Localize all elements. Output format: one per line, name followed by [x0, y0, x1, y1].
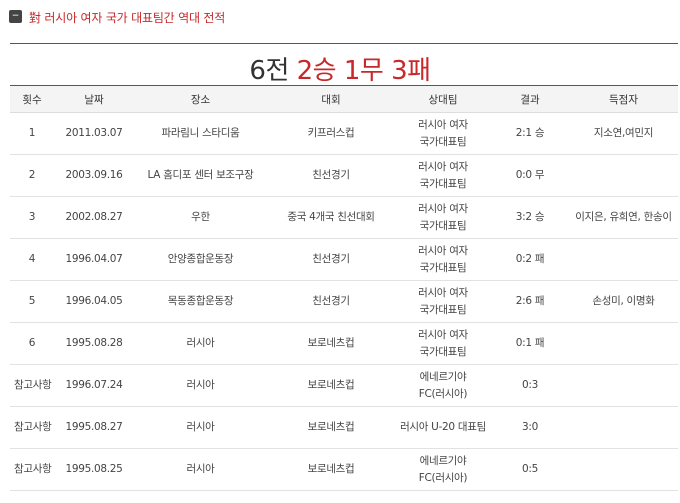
cell-opponent: 러시아 여자 국가대표팀 — [395, 196, 491, 239]
cell-scorers: 손성미, 이명화 — [569, 280, 678, 323]
record-summary: 6전 2승 1무 3패 — [0, 50, 680, 87]
table-header-row: 횟수 날짜 장소 대회 상대팀 결과 득점자 — [10, 86, 678, 113]
column-header-venue: 장소 — [134, 86, 267, 113]
cell-opponent: 러시아 여자 국가대표팀 — [395, 112, 491, 155]
cell-scorers — [569, 238, 678, 281]
cell-round: 참고사항 — [10, 448, 54, 491]
table-row: 참고사항 1995.08.27 러시아 보로네츠컵 러시아 U-20 대표팀 3… — [10, 406, 678, 449]
cell-opponent: 러시아 여자 국가대표팀 — [395, 238, 491, 281]
cell-scorers — [569, 406, 678, 449]
cell-date: 2002.08.27 — [54, 196, 134, 239]
cell-round: 6 — [10, 322, 54, 365]
cell-competition: 친선경기 — [267, 238, 395, 281]
cell-competition: 키프러스컵 — [267, 112, 395, 155]
cell-opponent: 에네르기야 FC(러시아) — [395, 364, 491, 407]
table-row: 참고사항 1995.08.25 러시아 보로네츠컵 에네르기야 FC(러시아) … — [10, 448, 678, 491]
cell-opponent: 에네르기야 FC(러시아) — [395, 448, 491, 491]
cell-date: 1995.08.28 — [54, 322, 134, 365]
cell-scorers — [569, 448, 678, 491]
cell-date: 1995.08.27 — [54, 406, 134, 449]
cell-scorers: 지소연,여민지 — [569, 112, 678, 155]
minus-box-icon[interactable]: − — [9, 10, 22, 23]
column-header-round: 횟수 — [10, 86, 54, 113]
cell-date: 2003.09.16 — [54, 154, 134, 197]
cell-round: 참고사항 — [10, 406, 54, 449]
section-header: − 對 러시아 여자 국가 대표팀간 역대 전적 — [0, 0, 680, 36]
cell-result: 0:1 패 — [491, 322, 569, 365]
record-games: 6전 — [249, 56, 289, 86]
cell-result: 3:0 — [491, 406, 569, 449]
match-history-table: 횟수 날짜 장소 대회 상대팀 결과 득점자 1 2011.03.07 파라림니… — [10, 86, 678, 491]
cell-venue: 목동종합운동장 — [134, 280, 267, 323]
cell-result: 0:0 무 — [491, 154, 569, 197]
cell-result: 0:5 — [491, 448, 569, 491]
cell-scorers — [569, 154, 678, 197]
cell-round: 1 — [10, 112, 54, 155]
cell-opponent: 러시아 U-20 대표팀 — [395, 406, 491, 449]
column-header-result: 결과 — [491, 86, 569, 113]
record-wins: 2승 — [296, 56, 337, 86]
record-losses: 3패 — [391, 56, 431, 86]
column-header-date: 날짜 — [54, 86, 134, 113]
top-divider — [10, 43, 678, 44]
column-header-opponent: 상대팀 — [395, 86, 491, 113]
table-row: 3 2002.08.27 우한 중국 4개국 친선대회 러시아 여자 국가대표팀… — [10, 196, 678, 239]
cell-venue: 러시아 — [134, 322, 267, 365]
cell-competition: 보로네츠컵 — [267, 448, 395, 491]
cell-result: 0:2 패 — [491, 238, 569, 281]
column-header-scorers: 득점자 — [569, 86, 678, 113]
cell-opponent: 러시아 여자 국가대표팀 — [395, 280, 491, 323]
cell-venue: 러시아 — [134, 364, 267, 407]
column-header-competition: 대회 — [267, 86, 395, 113]
cell-round: 4 — [10, 238, 54, 281]
cell-scorers — [569, 322, 678, 365]
cell-round: 2 — [10, 154, 54, 197]
cell-round: 3 — [10, 196, 54, 239]
table-row: 2 2003.09.16 LA 홈디포 센터 보조구장 친선경기 러시아 여자 … — [10, 154, 678, 197]
cell-scorers: 이지은, 유희연, 한송이 — [569, 196, 678, 239]
cell-venue: 안양종합운동장 — [134, 238, 267, 281]
cell-competition: 보로네츠컵 — [267, 322, 395, 365]
cell-date: 1995.08.25 — [54, 448, 134, 491]
cell-venue: 러시아 — [134, 448, 267, 491]
cell-date: 1996.04.05 — [54, 280, 134, 323]
table-row: 참고사항 1996.07.24 러시아 보로네츠컵 에네르기야 FC(러시아) … — [10, 364, 678, 407]
table-row: 6 1995.08.28 러시아 보로네츠컵 러시아 여자 국가대표팀 0:1 … — [10, 322, 678, 365]
cell-scorers — [569, 364, 678, 407]
cell-competition: 친선경기 — [267, 154, 395, 197]
cell-opponent: 러시아 여자 국가대표팀 — [395, 322, 491, 365]
cell-opponent: 러시아 여자 국가대표팀 — [395, 154, 491, 197]
cell-competition: 친선경기 — [267, 280, 395, 323]
cell-venue: 파라림니 스타디움 — [134, 112, 267, 155]
cell-venue: LA 홈디포 센터 보조구장 — [134, 154, 267, 197]
cell-round: 참고사항 — [10, 364, 54, 407]
table-row: 5 1996.04.05 목동종합운동장 친선경기 러시아 여자 국가대표팀 2… — [10, 280, 678, 323]
record-draws: 1무 — [343, 56, 384, 86]
cell-round: 5 — [10, 280, 54, 323]
cell-date: 1996.07.24 — [54, 364, 134, 407]
cell-result: 2:1 승 — [491, 112, 569, 155]
cell-date: 2011.03.07 — [54, 112, 134, 155]
cell-competition: 보로네츠컵 — [267, 406, 395, 449]
table-row: 1 2011.03.07 파라림니 스타디움 키프러스컵 러시아 여자 국가대표… — [10, 112, 678, 155]
table-row: 4 1996.04.07 안양종합운동장 친선경기 러시아 여자 국가대표팀 0… — [10, 238, 678, 281]
cell-venue: 우한 — [134, 196, 267, 239]
cell-date: 1996.04.07 — [54, 238, 134, 281]
cell-competition: 보로네츠컵 — [267, 364, 395, 407]
cell-venue: 러시아 — [134, 406, 267, 449]
cell-result: 2:6 패 — [491, 280, 569, 323]
cell-result: 0:3 — [491, 364, 569, 407]
section-title: 對 러시아 여자 국가 대표팀간 역대 전적 — [29, 11, 226, 25]
cell-competition: 중국 4개국 친선대회 — [267, 196, 395, 239]
cell-result: 3:2 승 — [491, 196, 569, 239]
